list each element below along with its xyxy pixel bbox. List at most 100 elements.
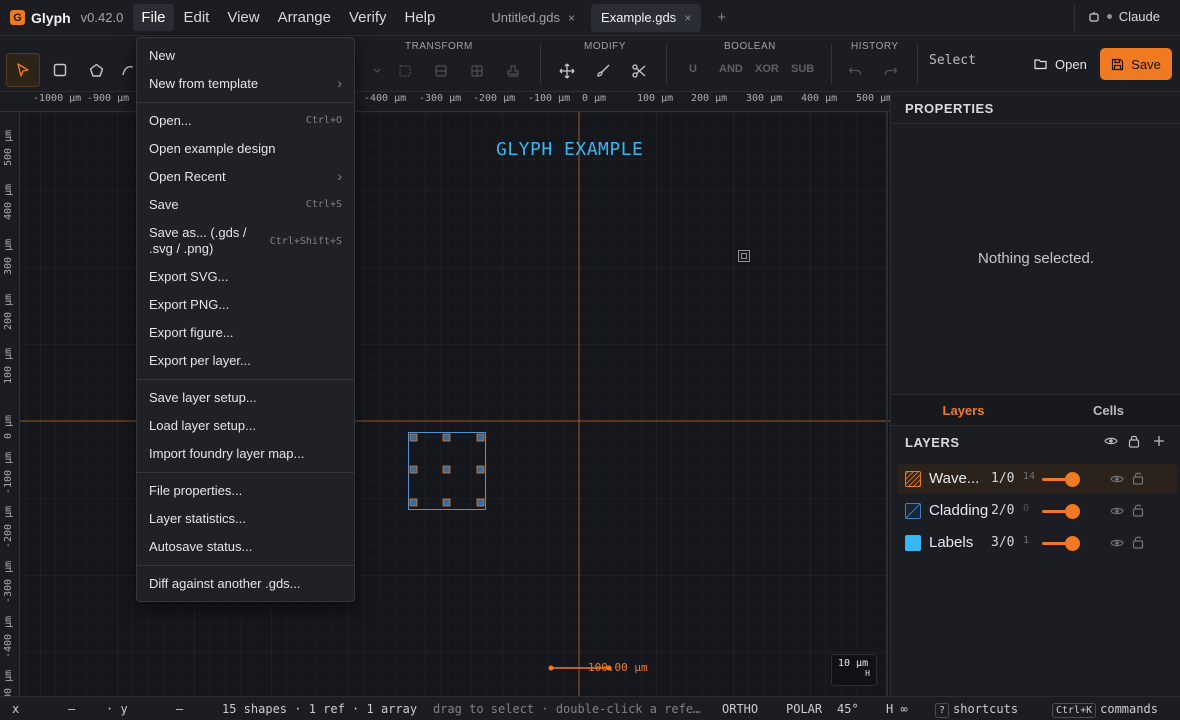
menu-item-open-recent[interactable]: Open Recent › bbox=[137, 165, 354, 187]
menu-item-file-properties[interactable]: File properties... bbox=[137, 479, 354, 501]
properties-empty-message: Nothing selected. bbox=[978, 250, 1094, 267]
menu-item-label: Export figure... bbox=[149, 324, 234, 340]
canvas-label-glyph-example[interactable]: GLYPH EXAMPLE bbox=[496, 139, 643, 160]
close-icon[interactable]: × bbox=[568, 11, 575, 25]
curve-icon bbox=[122, 65, 134, 76]
mode-label: Select bbox=[929, 53, 976, 68]
menu-item-save-layer-setup[interactable]: Save layer setup... bbox=[137, 386, 354, 408]
app-name: Glyph bbox=[31, 9, 71, 26]
opacity-slider-handle[interactable] bbox=[1065, 504, 1080, 519]
array-tool[interactable] bbox=[460, 54, 494, 88]
boolean-and-button[interactable]: AND bbox=[719, 63, 743, 75]
boolean-union-button[interactable]: U bbox=[689, 63, 697, 75]
menu-item-diff-gds[interactable]: Diff against another .gds... bbox=[137, 572, 354, 594]
tab-example[interactable]: Example.gds × bbox=[591, 3, 702, 32]
eye-icon[interactable] bbox=[1110, 536, 1124, 550]
paint-tool[interactable] bbox=[586, 54, 620, 88]
reference-marker-icon[interactable] bbox=[737, 249, 751, 263]
commands-hint[interactable]: Ctrl+K commands bbox=[1052, 702, 1158, 718]
distribute-tool[interactable] bbox=[424, 54, 458, 88]
ortho-toggle[interactable]: ORTHO bbox=[722, 702, 758, 716]
layer-row-waveguide[interactable]: Wave... 1/0 14 bbox=[897, 464, 1177, 494]
tab-cells[interactable]: Cells bbox=[1036, 395, 1180, 425]
boolean-xor-button[interactable]: XOR bbox=[755, 63, 779, 75]
close-icon[interactable]: × bbox=[684, 11, 691, 25]
menu-item-label: Open Recent bbox=[149, 168, 226, 184]
cursor-x-label: x bbox=[12, 702, 20, 716]
polar-angle[interactable]: 45° bbox=[837, 702, 859, 716]
plus-icon[interactable] bbox=[1153, 434, 1165, 448]
move-tool[interactable] bbox=[550, 54, 584, 88]
ruler-y-label: 200 µm bbox=[3, 293, 14, 330]
tab-untitled[interactable]: Untitled.gds × bbox=[481, 4, 585, 32]
chevron-down-icon bbox=[373, 68, 381, 73]
select-tool[interactable] bbox=[6, 53, 40, 87]
h-value: H ∞ bbox=[886, 702, 908, 716]
layer-row-cladding[interactable]: Cladding 2/0 0 bbox=[897, 496, 1177, 526]
menu-item-new-from-template[interactable]: New from template › bbox=[137, 72, 354, 94]
divider bbox=[917, 44, 918, 84]
open-button[interactable]: Open bbox=[1026, 49, 1095, 79]
menu-file[interactable]: File bbox=[133, 4, 174, 31]
tab-layers[interactable]: Layers bbox=[891, 395, 1036, 425]
align-dropdown[interactable] bbox=[363, 54, 383, 88]
layer-shape-count: 0 bbox=[1023, 503, 1030, 514]
layer-shape-count: 1 bbox=[1023, 535, 1030, 546]
menu-help[interactable]: Help bbox=[397, 4, 444, 31]
menubar: G Glyph v0.42.0 File Edit View Arrange V… bbox=[0, 0, 1180, 36]
polygon-tool[interactable] bbox=[79, 53, 113, 87]
eye-icon[interactable] bbox=[1110, 504, 1124, 518]
menu-view[interactable]: View bbox=[219, 4, 267, 31]
stamp-tool[interactable] bbox=[496, 54, 530, 88]
polar-toggle[interactable]: POLAR bbox=[786, 702, 822, 716]
menu-item-layer-statistics[interactable]: Layer statistics... bbox=[137, 507, 354, 529]
menu-item-label: Save bbox=[149, 196, 179, 212]
scale-bar-label: 100.00 µm bbox=[588, 661, 648, 674]
rectangle-tool[interactable] bbox=[43, 53, 77, 87]
cut-tool[interactable] bbox=[622, 54, 656, 88]
scissors-icon bbox=[632, 64, 646, 78]
path-tool[interactable] bbox=[118, 53, 138, 87]
folder-icon bbox=[1034, 59, 1047, 70]
redo-button[interactable] bbox=[874, 54, 908, 88]
menu-item-export-svg[interactable]: Export SVG... bbox=[137, 265, 354, 287]
menu-item-save[interactable]: Save Ctrl+S bbox=[137, 193, 354, 215]
menu-item-load-layer-setup[interactable]: Load layer setup... bbox=[137, 414, 354, 436]
menu-item-export-figure[interactable]: Export figure... bbox=[137, 321, 354, 343]
move-icon bbox=[559, 63, 575, 79]
shape-array[interactable] bbox=[407, 431, 487, 511]
save-button[interactable]: Save bbox=[1100, 48, 1172, 80]
menu-item-export-per-layer[interactable]: Export per layer... bbox=[137, 349, 354, 371]
unlock-icon[interactable] bbox=[1132, 503, 1144, 517]
menu-separator bbox=[137, 102, 354, 103]
boolean-sub-button[interactable]: SUB bbox=[791, 63, 814, 75]
menu-verify[interactable]: Verify bbox=[341, 4, 395, 31]
menu-item-new[interactable]: New bbox=[137, 44, 354, 66]
menu-item-autosave-status[interactable]: Autosave status... bbox=[137, 535, 354, 557]
commands-label: commands bbox=[1100, 702, 1158, 716]
menu-item-import-foundry-map[interactable]: Import foundry layer map... bbox=[137, 442, 354, 464]
unlock-icon[interactable] bbox=[1132, 471, 1144, 485]
user-badge[interactable]: Claude bbox=[1073, 5, 1160, 31]
opacity-slider-handle[interactable] bbox=[1065, 472, 1080, 487]
menu-item-save-as[interactable]: Save as... (.gds / .svg / .png) Ctrl+Shi… bbox=[137, 223, 354, 259]
eye-icon[interactable] bbox=[1104, 434, 1118, 448]
new-tab-button[interactable]: + bbox=[717, 9, 726, 26]
unlock-icon[interactable] bbox=[1132, 535, 1144, 549]
eye-icon[interactable] bbox=[1110, 472, 1124, 486]
menu-item-label: Export PNG... bbox=[149, 296, 230, 312]
flip-tool[interactable] bbox=[388, 54, 422, 88]
menu-arrange[interactable]: Arrange bbox=[270, 4, 339, 31]
design-canvas[interactable]: GLYPH EXAMPLE 100.00 µm 10 µm H -1000 µm… bbox=[0, 92, 890, 696]
shortcuts-hint[interactable]: ? shortcuts bbox=[935, 702, 1018, 718]
opacity-slider-handle[interactable] bbox=[1065, 536, 1080, 551]
menu-item-label: Load layer setup... bbox=[149, 417, 256, 433]
menu-item-open[interactable]: Open... Ctrl+O bbox=[137, 109, 354, 131]
undo-button[interactable] bbox=[838, 54, 872, 88]
menu-item-export-png[interactable]: Export PNG... bbox=[137, 293, 354, 315]
lock-icon[interactable] bbox=[1128, 434, 1140, 448]
menu-item-open-example[interactable]: Open example design bbox=[137, 137, 354, 159]
menu-item-label: Save as... (.gds / .svg / .png) bbox=[149, 225, 247, 256]
menu-edit[interactable]: Edit bbox=[176, 4, 218, 31]
layer-row-labels[interactable]: Labels 3/0 1 bbox=[897, 528, 1177, 558]
